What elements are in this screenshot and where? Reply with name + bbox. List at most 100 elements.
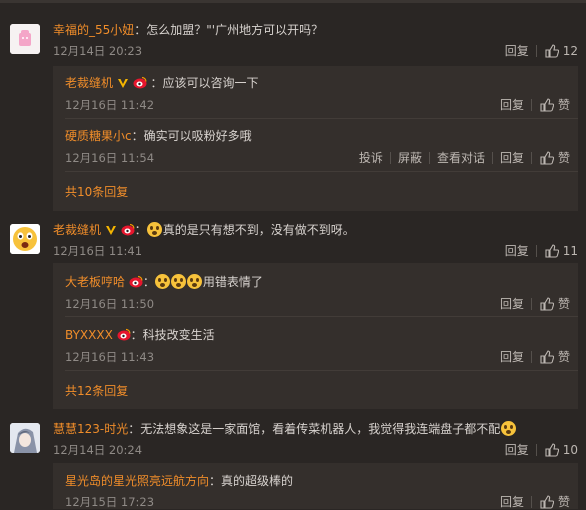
reply-item: 老裁缝机 ：应该可以咨询一下 12月16日 11:42 回复 赞 — [53, 66, 578, 118]
comment-line: 老裁缝机 ： 真的是只有想不到，没有做不到呀。 — [53, 222, 355, 238]
reply-line: 星光岛的星光照亮远航方向：真的超级棒的 — [65, 473, 293, 489]
like-button[interactable]: 赞 — [532, 349, 570, 365]
reply-line: 硬质糖果小c：确实可以吸粉好多哦 — [65, 128, 252, 144]
like-button[interactable]: 赞 — [532, 494, 570, 510]
reply-item: 大老板哼哈 ： 用错表情了 12月16日 11:50 回复 赞 — [53, 263, 578, 316]
like-button[interactable]: 赞 — [532, 296, 570, 312]
reply-text: ：真的超级棒的 — [209, 474, 294, 488]
reply-button[interactable]: 回复 — [498, 442, 536, 458]
comment-line: 慧慧123-时光：无法想象这是一家面馆，看着传菜机器人，我觉得我连端盘子都不配 — [53, 421, 517, 437]
reply-username[interactable]: 老裁缝机 — [65, 76, 113, 90]
reply-text: ：确实可以吸粉好多哦 — [131, 129, 252, 143]
thumbs-up-icon — [540, 297, 554, 311]
more-replies-link[interactable]: 共10条回复 — [65, 183, 128, 200]
like-label: 赞 — [557, 495, 570, 509]
thumbs-up-icon — [540, 350, 554, 364]
reply-actions: 回复 赞 — [493, 494, 570, 510]
thumbs-up-icon — [545, 443, 559, 457]
comment-username[interactable]: 慧慧123-时光 — [53, 422, 128, 436]
reply-box: 老裁缝机 ：应该可以咨询一下 12月16日 11:42 回复 赞 硬质糖果小c：… — [53, 66, 578, 211]
reply-button[interactable]: 回复 — [493, 494, 531, 510]
reply-text: ：应该可以咨询一下 — [150, 76, 259, 90]
reply-button[interactable]: 回复 — [493, 150, 531, 166]
reply-divider — [65, 171, 578, 172]
sina-badge-icon — [133, 76, 147, 89]
thumbs-up-icon — [540, 98, 554, 112]
block-button[interactable]: 屏蔽 — [391, 150, 429, 166]
reply-line: 大老板哼哈 ： 用错表情了 — [65, 274, 263, 290]
emoji-avatar-icon[interactable] — [10, 224, 40, 254]
comment-actions: 回复 12 — [498, 43, 578, 59]
reply-actions: 回复 赞 — [493, 349, 570, 365]
like-label: 赞 — [557, 98, 570, 112]
comment-actions: 回复 11 — [498, 243, 578, 259]
reply-button[interactable]: 回复 — [498, 243, 536, 259]
sina-badge-icon — [121, 223, 135, 236]
reply-divider — [65, 370, 578, 371]
sina-badge-icon — [129, 275, 143, 288]
comment-username[interactable]: 幸福的_55小妞 — [53, 23, 134, 37]
reply-username[interactable]: BYXXXX — [65, 328, 113, 342]
like-button[interactable]: 11 — [537, 243, 578, 259]
more-replies-link[interactable]: 共12条回复 — [65, 382, 128, 399]
reply-time: 12月16日 11:43 — [65, 350, 155, 364]
like-button[interactable]: 赞 — [532, 150, 570, 166]
sina-badge-icon — [117, 328, 131, 341]
comment-text: ：无法想象这是一家面馆，看着传菜机器人，我觉得我连端盘子都不配 — [128, 422, 501, 436]
reply-box: 星光岛的星光照亮远航方向：真的超级棒的 12月15日 17:23 回复 赞 — [53, 463, 578, 509]
thumbs-up-icon — [545, 244, 559, 258]
reply-button[interactable]: 回复 — [493, 296, 531, 312]
comment-time: 12月14日 20:23 — [53, 44, 143, 58]
reply-time: 12月16日 11:54 — [65, 151, 155, 165]
reply-username[interactable]: 硬质糖果小c — [65, 129, 132, 143]
reply-actions: 投诉 屏蔽 查看对话 回复 赞 — [352, 150, 570, 166]
reply-actions: 回复 赞 — [493, 296, 570, 312]
reply-actions: 回复 赞 — [493, 97, 570, 113]
reply-line: BYXXXX ：科技改变生活 — [65, 327, 215, 343]
comment-time: 12月14日 20:24 — [53, 443, 143, 457]
view-conversation-button[interactable]: 查看对话 — [430, 150, 492, 166]
reply-text: ：科技改变生活 — [130, 328, 215, 342]
vip-v-icon — [105, 226, 116, 235]
like-label: 赞 — [557, 350, 570, 364]
like-button[interactable]: 10 — [537, 442, 578, 458]
thumbs-up-icon — [545, 44, 559, 58]
reply-time: 12月15日 17:23 — [65, 495, 155, 509]
comment-text: ：怎么加盟？"'广州地方可以开吗？ — [134, 23, 324, 37]
like-count: 11 — [562, 244, 578, 258]
thumbs-up-icon — [540, 495, 554, 509]
reply-text: 用错表情了 — [202, 275, 263, 289]
reply-username[interactable]: 星光岛的星光照亮远航方向 — [65, 474, 209, 488]
comment-actions: 回复 10 — [498, 442, 578, 458]
comment-line: 幸福的_55小妞：怎么加盟？"'广州地方可以开吗？ — [53, 22, 323, 38]
reply-line: 老裁缝机 ：应该可以咨询一下 — [65, 75, 259, 91]
reply-box: 大老板哼哈 ： 用错表情了 12月16日 11:50 回复 赞 BYXXXX ：科… — [53, 263, 578, 409]
shocked-emoji-icon — [146, 222, 162, 237]
reply-item: 星光岛的星光照亮远航方向：真的超级棒的 12月15日 17:23 回复 赞 — [53, 463, 578, 509]
thumbs-up-icon — [540, 151, 554, 165]
anime-avatar-icon[interactable] — [10, 423, 40, 453]
reply-time: 12月16日 11:50 — [65, 297, 155, 311]
reply-button[interactable]: 回复 — [493, 97, 531, 113]
report-button[interactable]: 投诉 — [352, 150, 390, 166]
pink-avatar-icon[interactable] — [10, 24, 40, 54]
comment-username[interactable]: 老裁缝机 — [53, 223, 101, 237]
like-label: 赞 — [557, 151, 570, 165]
reply-time: 12月16日 11:42 — [65, 98, 155, 112]
like-label: 赞 — [557, 297, 570, 311]
reply-item: BYXXXX ：科技改变生活 12月16日 11:43 回复 赞 — [53, 317, 578, 370]
top-divider — [0, 0, 586, 3]
reply-item: 硬质糖果小c：确实可以吸粉好多哦 12月16日 11:54 投诉 屏蔽 查看对话… — [53, 119, 578, 171]
like-count: 10 — [562, 443, 578, 457]
colon: ： — [134, 223, 147, 237]
like-button[interactable]: 赞 — [532, 97, 570, 113]
colon: ： — [142, 275, 155, 289]
vip-v-icon — [117, 79, 128, 88]
reply-username[interactable]: 大老板哼哈 — [65, 275, 125, 289]
like-button[interactable]: 12 — [537, 43, 578, 59]
reply-button[interactable]: 回复 — [493, 349, 531, 365]
comment-time: 12月16日 11:41 — [53, 244, 143, 258]
comment-text: 真的是只有想不到，没有做不到呀。 — [162, 223, 355, 237]
like-count: 12 — [562, 44, 578, 58]
reply-button[interactable]: 回复 — [498, 43, 536, 59]
